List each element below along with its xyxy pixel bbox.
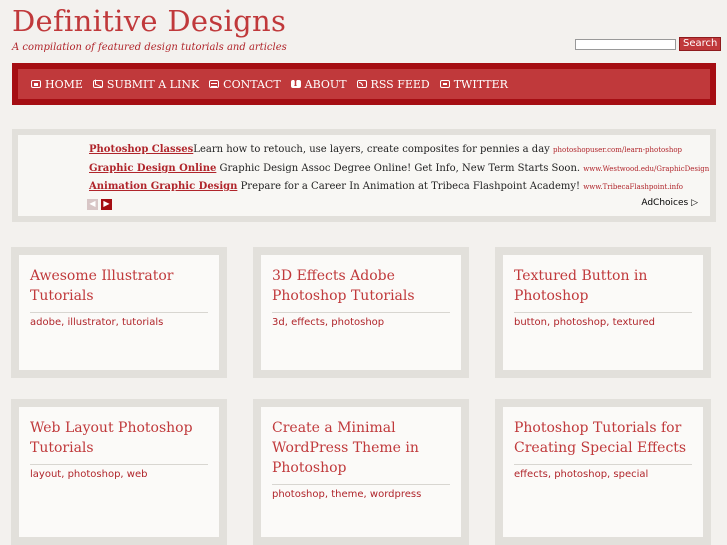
tag-link[interactable]: effects: [514, 469, 548, 480]
home-icon: [31, 80, 41, 88]
card-title[interactable]: Create a Minimal WordPress Theme in Phot…: [272, 418, 450, 485]
search-input[interactable]: [575, 38, 676, 50]
nav-label: TWITTER: [453, 77, 508, 91]
nav-item-contact[interactable]: CONTACT: [209, 78, 281, 91]
article-card: 3D Effects Adobe Photoshop Tutorials 3d,…: [253, 247, 469, 378]
card-title[interactable]: Photoshop Tutorials for Creating Special…: [514, 418, 692, 465]
tag-link[interactable]: photoshop: [553, 317, 606, 328]
contact-card-icon: [209, 80, 220, 88]
nav-label: ABOUT: [304, 77, 347, 91]
main-navigation: HOME SUBMIT A LINK CONTACT ABOUT RSS FEE…: [12, 63, 716, 105]
ad-row: Graphic Design Online Graphic Design Ass…: [89, 163, 709, 174]
nav-item-home[interactable]: HOME: [31, 78, 83, 91]
ad-link[interactable]: Graphic Design Online: [89, 163, 216, 174]
card-tags: adobe, illustrator, tutorials: [30, 317, 164, 328]
card-title[interactable]: 3D Effects Adobe Photoshop Tutorials: [272, 266, 450, 313]
ad-url[interactable]: www.TribecaFlashpoint.info: [583, 183, 683, 191]
card-title[interactable]: Awesome Illustrator Tutorials: [30, 266, 208, 313]
article-card: Photoshop Tutorials for Creating Special…: [495, 399, 711, 545]
tag-link[interactable]: photoshop: [68, 469, 121, 480]
nav-item-submit-link[interactable]: SUBMIT A LINK: [92, 77, 200, 91]
tag-link[interactable]: textured: [613, 317, 655, 328]
tag-link[interactable]: photoshop: [331, 317, 384, 328]
article-card: Web Layout Photoshop Tutorials layout, p…: [11, 399, 227, 545]
ad-next-arrow-icon[interactable]: ▶: [101, 199, 112, 210]
tag-link[interactable]: wordpress: [370, 489, 421, 500]
ad-prev-arrow-icon[interactable]: ◀: [87, 199, 98, 210]
tag-link[interactable]: tutorials: [122, 317, 163, 328]
nav-label: CONTACT: [223, 77, 281, 91]
nav-label: RSS FEED: [370, 77, 430, 91]
site-title[interactable]: Definitive Designs: [12, 4, 286, 38]
tag-link[interactable]: photoshop: [554, 469, 607, 480]
card-tags: photoshop, theme, wordpress: [272, 489, 422, 500]
card-tags: layout, photoshop, web: [30, 469, 148, 480]
article-card: Awesome Illustrator Tutorials adobe, ill…: [11, 247, 227, 378]
info-icon: [290, 78, 301, 88]
ad-url[interactable]: www.Westwood.edu/GraphicDesign: [583, 165, 709, 173]
ad-text: Learn how to retouch, use layers, create…: [193, 144, 550, 155]
tag-link[interactable]: button: [514, 317, 547, 328]
nav-label: HOME: [45, 77, 83, 91]
tag-link[interactable]: layout: [30, 469, 61, 480]
search-form: Search: [575, 37, 722, 51]
ad-text: Graphic Design Assoc Degree Online! Get …: [219, 163, 581, 174]
ad-banner: Photoshop ClassesLearn how to retouch, u…: [12, 129, 716, 222]
tag-link[interactable]: web: [127, 469, 148, 480]
nav-label: SUBMIT A LINK: [106, 77, 200, 91]
site-tagline: A compilation of featured design tutoria…: [12, 42, 287, 53]
tag-link[interactable]: effects: [291, 317, 325, 328]
nav-item-twitter[interactable]: TWITTER: [439, 77, 508, 91]
ad-link[interactable]: Animation Graphic Design: [89, 181, 237, 192]
ad-row: Photoshop ClassesLearn how to retouch, u…: [89, 144, 682, 155]
adchoices-link[interactable]: AdChoices ▷: [641, 198, 698, 208]
card-title[interactable]: Web Layout Photoshop Tutorials: [30, 418, 208, 465]
ad-text: Prepare for a Career In Animation at Tri…: [240, 181, 581, 192]
article-card: Textured Button in Photoshop button, pho…: [495, 247, 711, 378]
nav-item-rss-feed[interactable]: RSS FEED: [356, 77, 430, 91]
ad-row: Animation Graphic Design Prepare for a C…: [89, 181, 683, 192]
card-title[interactable]: Textured Button in Photoshop: [514, 266, 692, 313]
tag-link[interactable]: adobe: [30, 317, 61, 328]
twitter-icon: [439, 80, 450, 88]
rss-icon: [356, 80, 367, 88]
ad-url[interactable]: photoshopuser.com/learn-photoshop: [553, 146, 682, 154]
tag-link[interactable]: theme: [331, 489, 363, 500]
card-tags: 3d, effects, photoshop: [272, 317, 385, 328]
search-button[interactable]: Search: [679, 37, 722, 51]
nav-item-about[interactable]: ABOUT: [290, 77, 347, 91]
tag-link[interactable]: illustrator: [67, 317, 115, 328]
ad-link[interactable]: Photoshop Classes: [89, 144, 193, 155]
card-tags: button, photoshop, textured: [514, 317, 656, 328]
tag-link[interactable]: photoshop: [272, 489, 325, 500]
envelope-icon: [92, 80, 103, 88]
article-card: Create a Minimal WordPress Theme in Phot…: [253, 399, 469, 545]
card-tags: effects, photoshop, special: [514, 469, 649, 480]
tag-link[interactable]: 3d: [272, 317, 285, 328]
tag-link[interactable]: special: [613, 469, 648, 480]
